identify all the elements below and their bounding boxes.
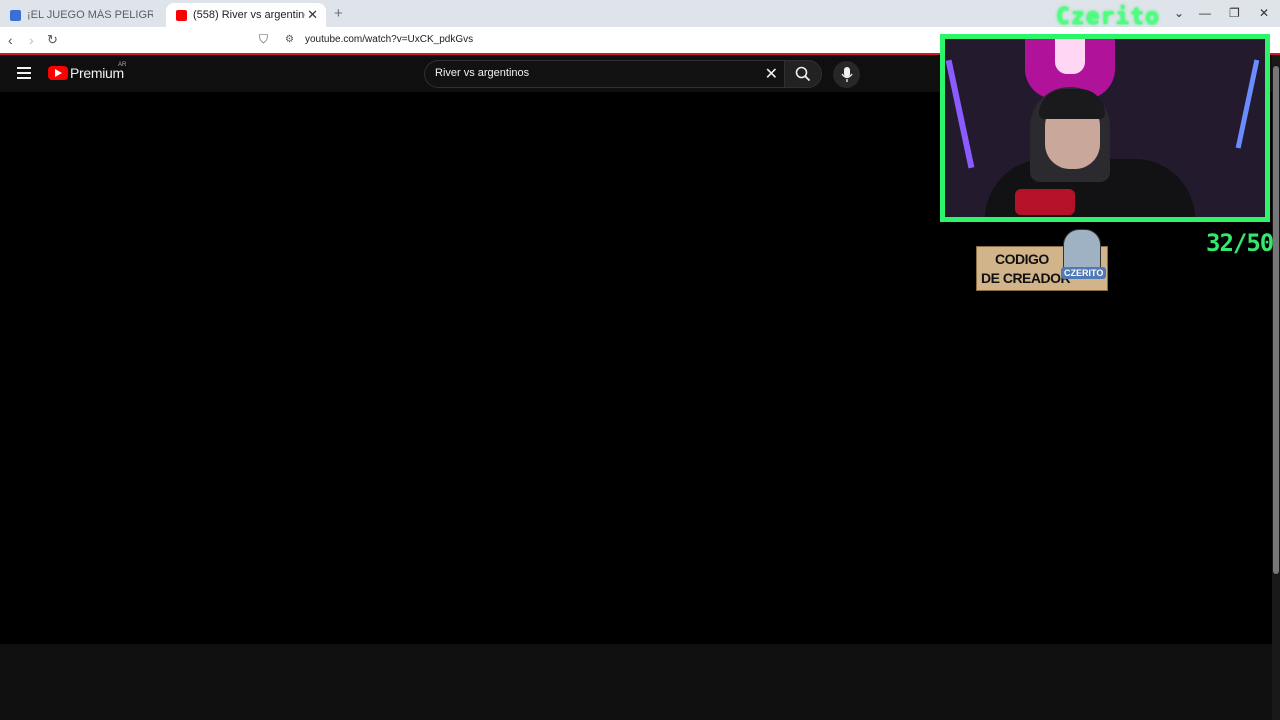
search-icon [795,66,811,82]
brand-label[interactable]: Premium [70,65,124,81]
forward-icon[interactable]: › [29,32,34,48]
microphone-icon [841,67,853,82]
roblox-favicon-icon [10,9,21,21]
progress-counter: 32/50 [1206,229,1274,257]
minimize-icon[interactable]: — [1199,6,1211,20]
creator-tag: CZERITO [1061,267,1107,279]
menu-icon[interactable] [17,67,31,82]
search-box[interactable]: River vs argentinos ✕ [424,60,786,88]
new-tab-icon[interactable]: + [334,5,343,22]
close-window-icon[interactable]: ✕ [1259,6,1269,20]
region-badge: AR [118,62,127,68]
restore-icon[interactable]: ❐ [1229,6,1240,20]
search-input[interactable]: River vs argentinos [435,67,529,79]
youtube-favicon-icon [176,9,187,21]
tab-roblox[interactable]: ¡EL JUEGO MÁS PELIGROSO en Roblo [0,3,162,27]
voice-search-button[interactable] [833,61,860,88]
creator-code-line2: DE CREADOR [981,270,1071,286]
tab-youtube[interactable]: (558) River vs argentinos - YouTube ✕ [166,3,326,27]
url-field[interactable]: youtube.com/watch?v=UxCK_pdkGvs [305,34,473,45]
tab-title: ¡EL JUEGO MÁS PELIGROSO en Roblo [27,9,153,21]
youtube-logo-icon[interactable] [48,66,68,80]
below-player-area [0,644,1272,720]
bookmark-icon[interactable]: ⛉ [259,32,268,47]
clear-search-icon[interactable]: ✕ [765,64,778,84]
site-info-icon[interactable]: ⚙ [285,34,294,45]
webcam-overlay [940,34,1270,222]
close-tab-icon[interactable]: ✕ [307,7,318,23]
streamer-name-label: Czerito [1056,4,1160,30]
creator-code-line1: CODIGO [995,251,1049,267]
creator-code-badge: CODIGO DE CREADOR CZERITO [976,229,1108,291]
tab-search-chevron-icon[interactable]: ⌄ [1174,6,1184,20]
reload-icon[interactable]: ↻ [47,32,58,48]
tab-title: (558) River vs argentinos - YouTube [193,9,305,21]
scrollbar-thumb[interactable] [1273,66,1279,574]
back-icon[interactable]: ‹ [8,32,13,48]
search-button[interactable] [784,60,822,88]
